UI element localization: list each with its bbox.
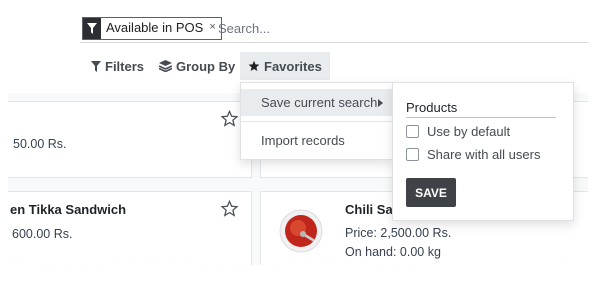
facet-label: Available in POS	[106, 20, 204, 35]
product-price: 600.00 Rs.	[12, 227, 73, 241]
import-records-item[interactable]: Import records	[241, 127, 393, 154]
menu-divider	[241, 121, 393, 122]
layers-icon	[159, 60, 172, 72]
search-facet[interactable]: Available in POS ×	[82, 17, 222, 40]
product-card[interactable]: en Tikka Sandwich 600.00 Rs.	[8, 191, 252, 266]
filters-label: Filters	[105, 58, 145, 74]
product-on-hand: On hand: 0.00 kg	[345, 245, 441, 259]
product-card[interactable]: 50.00 Rs.	[8, 101, 252, 178]
filters-button[interactable]: Filters	[91, 52, 144, 80]
save-current-search-item[interactable]: Save current search	[241, 89, 393, 116]
checkbox-icon[interactable]	[406, 125, 419, 138]
product-title: en Tikka Sandwich	[10, 202, 127, 217]
filter-name-input[interactable]	[406, 97, 556, 118]
checkbox-label: Use by default	[427, 124, 511, 139]
save-search-panel: Use by default Share with all users SAVE	[392, 82, 574, 221]
checkbox-label: Share with all users	[427, 147, 541, 162]
screenshot-frame: Available in POS × Filters Group By Favo…	[8, 0, 588, 266]
star-outline-icon[interactable]	[221, 110, 238, 127]
filter-icon	[83, 18, 101, 39]
search-input[interactable]	[218, 18, 558, 38]
product-title: Chili Sa	[345, 202, 393, 217]
group-by-button[interactable]: Group By	[159, 52, 235, 80]
favorites-dropdown: Save current search Import records	[240, 82, 394, 160]
use-by-default-checkbox[interactable]: Use by default	[406, 124, 510, 139]
search-bar: Available in POS ×	[80, 14, 588, 43]
star-icon	[248, 60, 260, 71]
favorites-button[interactable]: Favorites	[240, 52, 330, 80]
product-price: Price: 2,500.00 Rs.	[345, 226, 452, 240]
group-by-label: Group By	[176, 58, 236, 74]
favorites-label: Favorites	[264, 58, 322, 74]
product-image	[279, 200, 323, 262]
filter-icon	[91, 60, 101, 72]
menu-item-label: Import records	[261, 133, 345, 148]
menu-item-label: Save current search	[261, 95, 378, 110]
save-button[interactable]: SAVE	[406, 178, 456, 207]
caret-right-icon	[378, 99, 383, 107]
star-outline-icon[interactable]	[221, 200, 238, 217]
checkbox-icon[interactable]	[406, 148, 419, 161]
product-price: 50.00 Rs.	[13, 137, 67, 151]
share-all-users-checkbox[interactable]: Share with all users	[406, 147, 540, 162]
